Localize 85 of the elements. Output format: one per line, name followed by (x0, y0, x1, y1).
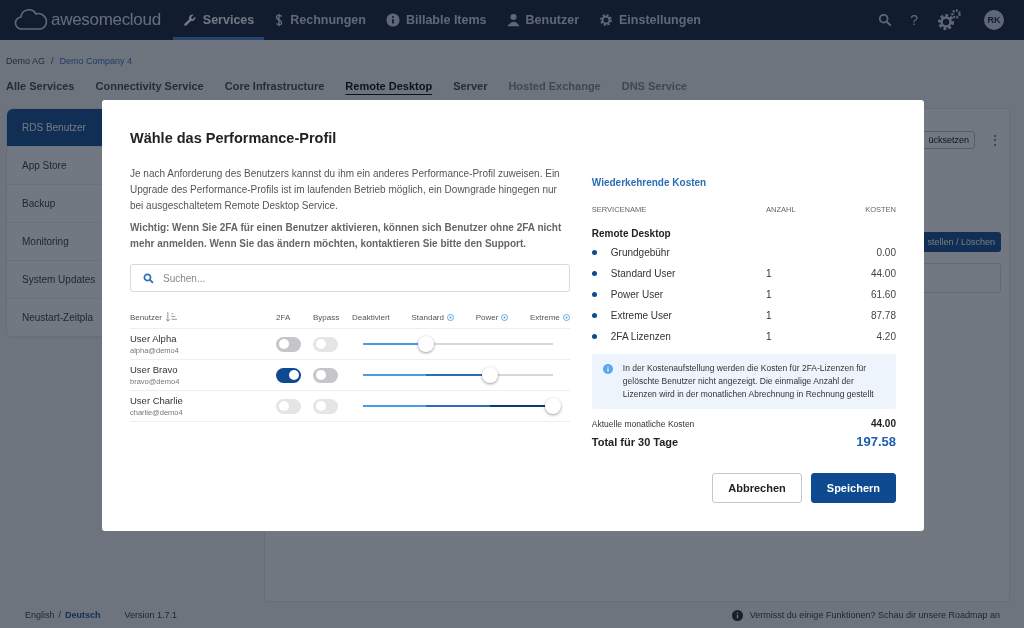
service-count: 1 (766, 310, 772, 321)
user-name: User Charlie (130, 395, 184, 406)
service-tab[interactable]: Core Infrastructure (224, 80, 325, 102)
dialog-title: Wähle das Performance-Profil (130, 130, 338, 146)
service-tab[interactable]: Alle Services (6, 80, 75, 102)
service-count: 1 (766, 268, 772, 279)
bullet-icon (591, 271, 597, 276)
help-icon[interactable] (562, 313, 570, 321)
column-header: Extreme (530, 312, 560, 322)
service-cost: 44.00 (870, 268, 896, 279)
bullet-icon (591, 313, 597, 318)
service-name: Standard User (610, 268, 677, 279)
search-icon[interactable] (878, 13, 893, 27)
total-value: 197.58 (856, 434, 896, 449)
nav-tab[interactable]: Benutzer (496, 0, 590, 40)
gear-icon (599, 13, 614, 27)
more-menu-button[interactable]: ⋮ (989, 133, 1001, 147)
nav-tab[interactable]: Einstellungen (589, 0, 711, 40)
search-icon (143, 273, 154, 284)
service-count: 1 (766, 289, 772, 300)
bullet-icon (591, 334, 597, 339)
user-icon (506, 13, 520, 27)
costs-title: Wiederkehrende Kosten (591, 177, 708, 188)
bypass-toggle[interactable] (313, 367, 338, 383)
service-name: Grundgebühr (610, 247, 671, 258)
dollar-icon (274, 13, 285, 27)
gears-icon[interactable] (936, 8, 962, 32)
cancel-button[interactable]: Abbrechen (712, 473, 802, 503)
column-header: Standard (411, 312, 444, 322)
cloud-logo-icon (14, 9, 48, 31)
save-button[interactable]: Speichern (810, 473, 896, 503)
group-name: Remote Desktop (591, 228, 672, 239)
breadcrumb-link[interactable]: Demo AG (6, 56, 45, 66)
slider-thumb[interactable] (418, 336, 435, 352)
user-name: User Alpha (130, 333, 178, 344)
service-tab[interactable]: Server (453, 80, 488, 102)
breadcrumb-separator: / (51, 56, 54, 66)
monthly-cost-label: Aktuelle monatliche Kosten (591, 418, 695, 429)
total-label: Total für 30 Tage (591, 435, 679, 448)
twofa-toggle[interactable] (276, 367, 301, 383)
action-button[interactable]: stellen / Löschen (921, 232, 1001, 252)
info-icon (385, 13, 400, 27)
language-separator: / (58, 610, 62, 620)
service-cost: 61.60 (870, 289, 896, 300)
reset-button[interactable]: ücksetzen (922, 131, 975, 149)
service-count: 1 (766, 331, 772, 342)
service-cost: 4.20 (876, 331, 896, 342)
wrench-icon (182, 13, 197, 27)
search-field[interactable]: Suchen... (130, 264, 570, 292)
slider-thumb[interactable] (481, 367, 498, 383)
language-link[interactable]: English (25, 610, 55, 620)
twofa-toggle[interactable] (276, 336, 301, 352)
user-avatar[interactable]: RK (984, 10, 1004, 30)
help-icon[interactable] (446, 313, 454, 321)
version-text: Version 1.7.1 (124, 610, 178, 620)
column-header: 2FA (276, 312, 292, 322)
help-icon[interactable] (501, 313, 509, 321)
service-tab[interactable]: Remote Desktop (345, 80, 433, 102)
logo-text: awesomecloud (51, 10, 161, 30)
note-text: In der Kostenaufstellung werden die Kosten für 2FA-Lizenzen für gelöschte Benutzer nicht angezeigt. Die einmalige Anzahl der Lizenzen wird in der monatlichen Abrechnung in Rechnung gestellt (622, 362, 875, 401)
column-header: Deaktiviert (352, 312, 390, 322)
info-icon (731, 609, 743, 621)
service-tab[interactable]: Connectivity Service (95, 80, 204, 102)
breadcrumb-link[interactable]: Demo Company 4 (59, 56, 133, 66)
nav-tab[interactable]: Rechnungen (264, 0, 376, 40)
bullet-icon (591, 292, 597, 297)
nav-tab[interactable]: Services (172, 0, 265, 40)
sort-icon[interactable] (166, 312, 178, 322)
monthly-cost-value: 44.00 (870, 418, 896, 429)
bullet-icon (591, 250, 597, 255)
service-cost: 87.78 (870, 310, 896, 321)
service-name: Extreme User (610, 310, 673, 321)
service-name: 2FA Lizenzen (610, 331, 672, 342)
service-cost: 0.00 (876, 247, 896, 258)
user-name: User Bravo (130, 364, 179, 375)
roadmap-link[interactable]: Vermisst du einige Funktionen? Schau dir unsere Roadmap an (749, 610, 1000, 620)
nav-tab[interactable]: Billable Items (375, 0, 497, 40)
service-name: Power User (610, 289, 665, 300)
column-header: Benutzer (130, 312, 163, 322)
language-link[interactable]: Deutsch (65, 610, 101, 620)
column-header: Bypass (313, 312, 341, 322)
info-icon (602, 364, 613, 374)
slider-thumb[interactable] (544, 398, 561, 414)
column-header: Power (475, 312, 499, 322)
help-button[interactable]: ? (910, 12, 918, 28)
